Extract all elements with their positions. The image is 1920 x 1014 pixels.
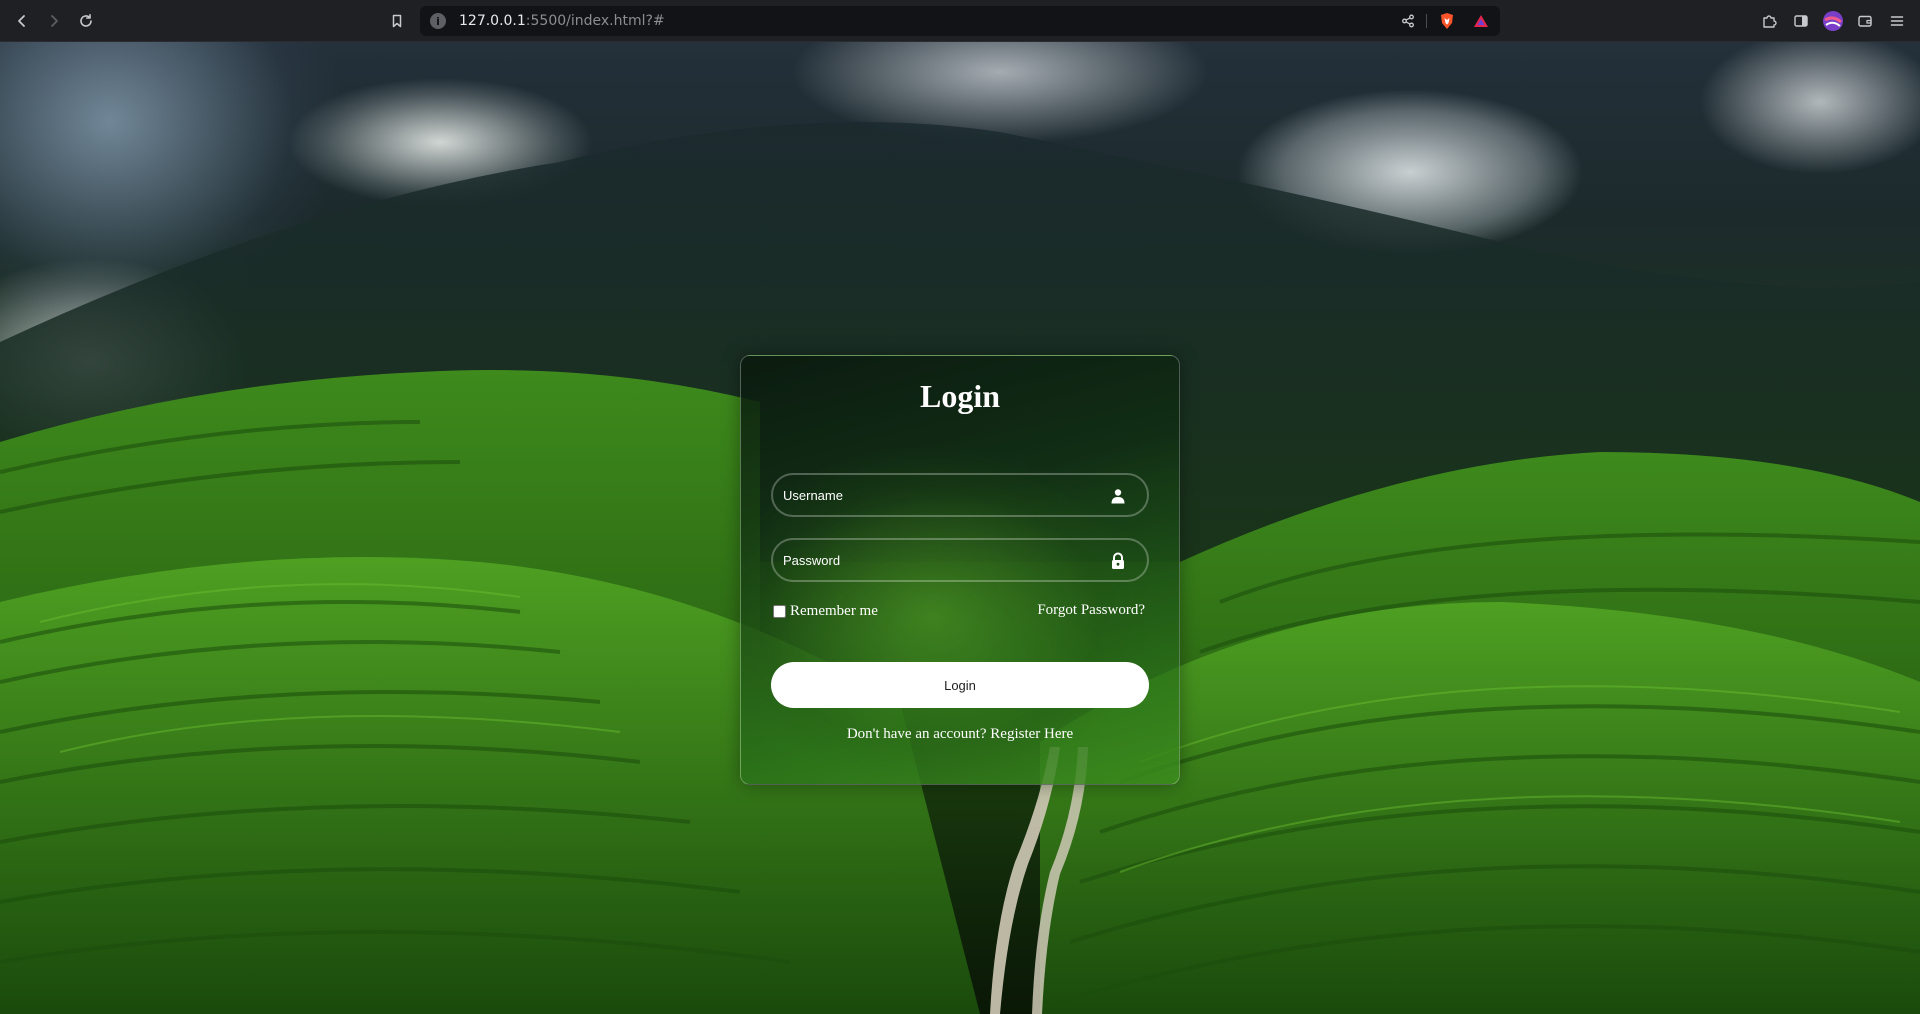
puzzle-icon — [1763, 15, 1777, 28]
url-divider — [1426, 14, 1427, 28]
register-prompt-text: Don't have an account? — [846, 726, 991, 742]
back-button[interactable] — [11, 10, 33, 32]
forward-button[interactable] — [43, 10, 65, 32]
register-link[interactable]: Register Here — [990, 726, 1073, 742]
sidebar-icon — [1794, 15, 1808, 27]
chevron-right-icon — [51, 15, 58, 27]
bookmark-button[interactable] — [386, 10, 408, 32]
brave-shield-icon — [1441, 13, 1453, 29]
reload-button[interactable] — [75, 10, 97, 32]
url-path: :5500/index.html?# — [525, 13, 665, 29]
remember-me[interactable]: Remember me — [773, 603, 878, 620]
address-bar[interactable]: i 127.0.0.1:5500/index.html?# — [420, 6, 1500, 36]
sidebar-button[interactable] — [1791, 11, 1811, 31]
extensions-button[interactable] — [1759, 11, 1779, 31]
reload-icon — [80, 14, 92, 27]
wallet-button[interactable] — [1855, 11, 1875, 31]
login-card: Login Remember me Forgot Password? Login… — [740, 355, 1180, 785]
password-input[interactable] — [773, 540, 1147, 580]
profile-button[interactable] — [1823, 11, 1843, 31]
chevron-left-icon — [18, 15, 25, 27]
brave-rewards-button[interactable] — [1472, 12, 1490, 30]
info-icon[interactable]: i — [430, 13, 446, 29]
username-input[interactable] — [773, 475, 1147, 515]
wallet-icon — [1858, 15, 1872, 27]
remember-checkbox[interactable] — [773, 605, 786, 618]
user-icon — [1109, 487, 1127, 505]
brave-shields-button[interactable] — [1438, 12, 1456, 30]
bookmark-icon — [392, 14, 402, 28]
profile-avatar-icon — [1823, 11, 1843, 31]
register-prompt: Don't have an account? Register Here — [741, 726, 1179, 743]
password-field[interactable] — [771, 538, 1149, 582]
login-button[interactable]: Login — [771, 662, 1149, 708]
remember-label: Remember me — [790, 603, 878, 619]
menu-button[interactable] — [1887, 11, 1907, 31]
browser-toolbar: i 127.0.0.1:5500/index.html?# — [0, 0, 1920, 42]
brave-rewards-icon — [1474, 15, 1488, 27]
share-button[interactable] — [1399, 12, 1417, 30]
lock-icon — [1109, 552, 1127, 570]
share-icon — [1402, 14, 1414, 28]
username-field[interactable] — [771, 473, 1149, 517]
url-host: 127.0.0.1 — [459, 13, 526, 29]
page-background: Login Remember me Forgot Password? Login… — [0, 42, 1920, 1014]
forgot-password-link[interactable]: Forgot Password? — [1037, 602, 1145, 619]
hamburger-menu-icon — [1890, 16, 1904, 26]
login-title: Login — [919, 378, 1001, 414]
url-text[interactable]: 127.0.0.1:5500/index.html?# — [459, 13, 665, 29]
